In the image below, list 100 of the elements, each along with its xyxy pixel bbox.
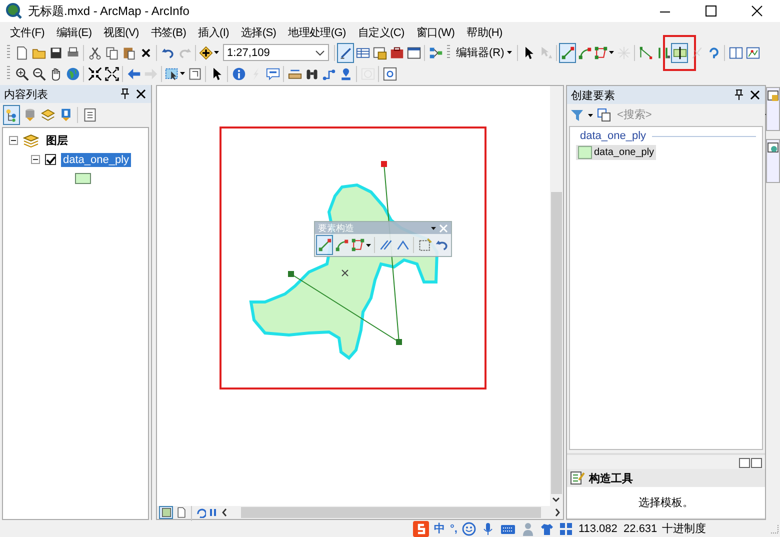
resize-grip-icon	[768, 522, 780, 534]
cut-polygons-button[interactable]	[671, 42, 688, 62]
grid-icon	[559, 522, 574, 536]
toolbar-grip[interactable]	[447, 45, 450, 60]
list-drawing-order-button[interactable]	[3, 105, 20, 125]
feature-template[interactable]: data_one_ply	[576, 145, 656, 160]
menu-item[interactable]: 插入(I)	[192, 24, 235, 40]
input-mode-label[interactable]: 中	[434, 521, 445, 536]
layers-icon	[23, 132, 39, 148]
route-icon	[322, 66, 336, 80]
layer-stack-icon	[40, 108, 54, 122]
punctuation-mode-label[interactable]: °,	[450, 522, 458, 534]
units-label: 十进制度	[662, 522, 706, 536]
document-icon	[14, 46, 28, 60]
perpendicular-lines-icon	[396, 238, 410, 252]
layer-tree-icon	[4, 108, 18, 122]
straight-segment-button[interactable]	[559, 42, 576, 62]
pin-icon	[733, 89, 745, 101]
collapse-toggle[interactable]	[9, 136, 18, 145]
caret-icon	[507, 51, 512, 54]
smiley-icon	[462, 522, 476, 536]
scale-field[interactable]: 1:27,109	[223, 44, 329, 61]
toolbar-grip[interactable]	[7, 45, 10, 60]
reshape-icon	[638, 46, 653, 60]
annotation-pointer-icon	[538, 46, 553, 60]
cut-polygon-icon	[672, 46, 687, 60]
person-icon	[521, 522, 536, 536]
toolbox-icon	[390, 46, 404, 60]
search-side-tab[interactable]	[766, 139, 780, 183]
refresh-icon	[195, 507, 206, 518]
close-icon	[439, 224, 448, 232]
clear-selection-icon	[188, 66, 202, 80]
scrollbar-thumb[interactable]	[551, 192, 562, 494]
organize-templates-icon	[597, 108, 611, 122]
editor-toolbar-button[interactable]	[337, 42, 354, 62]
toolbar-grip[interactable]	[7, 66, 10, 81]
straight-segment-button[interactable]	[316, 235, 333, 255]
construction-tools-icon	[570, 470, 586, 486]
pencil-line-icon	[338, 46, 352, 60]
scissors-icon	[88, 46, 102, 60]
maximize-icon[interactable]	[704, 4, 718, 18]
collapse-toggle[interactable]	[31, 155, 40, 164]
polygon-vertices-icon	[351, 238, 365, 252]
close-icon[interactable]	[750, 4, 764, 18]
zoom-in-icon	[14, 66, 28, 80]
viewer-window-icon	[382, 66, 396, 80]
menu-item[interactable]: 视图(V)	[98, 24, 145, 40]
table-icon	[356, 46, 370, 60]
selection-layer-icon	[58, 108, 72, 122]
options-icon[interactable]	[751, 458, 762, 468]
scrollbar-thumb[interactable]	[241, 507, 541, 518]
dropdown-chevron-icon	[315, 50, 325, 56]
menu-item[interactable]: 地理处理(G)	[282, 24, 352, 40]
menu-item[interactable]: 窗口(W)	[410, 24, 461, 40]
globe-icon	[66, 66, 80, 80]
pin-icon	[119, 88, 131, 100]
line-segment-icon	[560, 46, 575, 60]
right-arrow-icon	[144, 66, 158, 80]
finish-sketch-icon	[418, 238, 432, 252]
location-pin-icon	[338, 66, 352, 80]
catalog-icon	[767, 90, 779, 102]
binoculars-icon	[304, 66, 318, 80]
data-view-button[interactable]	[159, 506, 173, 519]
layer-name[interactable]: data_one_ply	[61, 152, 132, 166]
menu-item[interactable]: 自定义(C)	[352, 24, 410, 40]
slash-icon	[690, 46, 704, 60]
select-features-icon	[165, 66, 179, 80]
section-title: 构造工具	[589, 472, 633, 486]
rotate-icon	[706, 46, 721, 60]
caret-icon	[588, 114, 593, 116]
expand-panel-icon[interactable]	[739, 458, 750, 468]
plus-diamond-icon	[199, 46, 213, 60]
caret-icon	[609, 51, 614, 54]
search-field[interactable]: <搜索>	[615, 107, 761, 123]
layers-group-label[interactable]: 图层	[44, 132, 70, 149]
left-arrow-icon	[126, 66, 140, 80]
vertex-chart-icon	[746, 46, 760, 60]
layer-checkbox[interactable]	[45, 154, 56, 165]
caret-icon	[366, 244, 371, 246]
copy-icon	[104, 46, 118, 60]
split-icon	[656, 46, 670, 60]
filter-icon	[570, 108, 584, 122]
menu-item[interactable]: 帮助(H)	[460, 24, 508, 40]
menu-item[interactable]: 书签(B)	[144, 24, 192, 40]
catalog-side-tab[interactable]	[766, 87, 780, 131]
sparkle-icon	[616, 46, 631, 60]
arrows-inward-icon	[88, 66, 102, 80]
editor-menu-button[interactable]: 编辑器(R)	[453, 42, 516, 62]
menu-item[interactable]: 选择(S)	[234, 24, 282, 40]
options-list-icon	[82, 108, 96, 122]
zoom-out-icon	[32, 66, 46, 80]
info-icon	[232, 66, 246, 80]
input-method-logo-icon	[413, 520, 429, 536]
menu-item[interactable]: 编辑(E)	[50, 24, 98, 40]
menu-item[interactable]: 文件(F)	[4, 24, 51, 40]
template-label: data_one_ply	[594, 147, 654, 158]
caret-icon	[180, 72, 185, 75]
close-icon	[135, 88, 147, 100]
arc-segment-icon	[334, 238, 348, 252]
caret-icon	[214, 51, 219, 54]
